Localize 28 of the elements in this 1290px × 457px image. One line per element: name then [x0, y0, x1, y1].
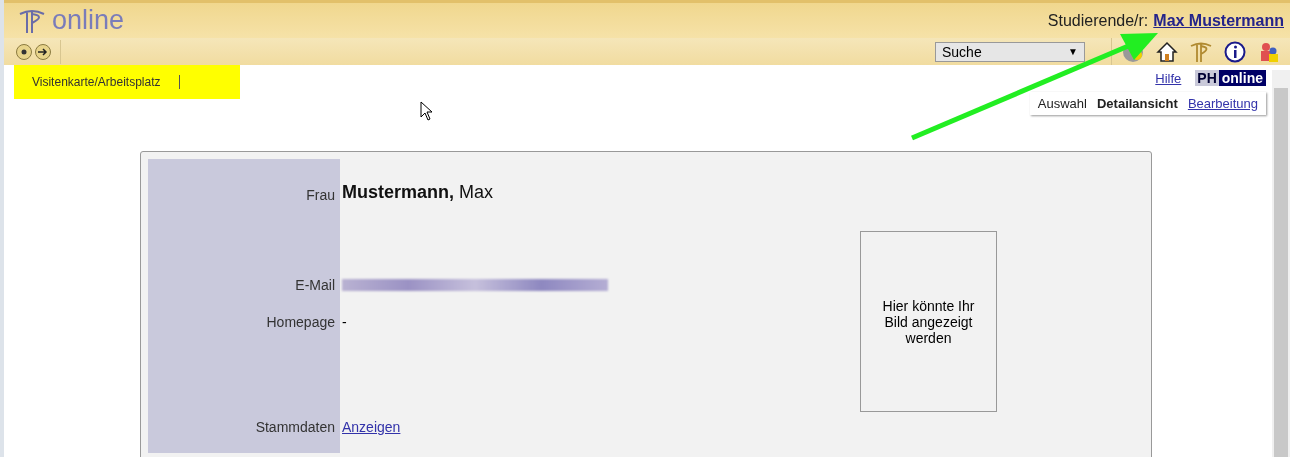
- cursor-icon: [420, 101, 434, 121]
- photo-caption: Hier könnte Ihr Bild angezeigt werden: [881, 297, 976, 346]
- field-value: -: [341, 314, 348, 330]
- info-icon[interactable]: [1224, 40, 1246, 63]
- logo-icon[interactable]: [1190, 40, 1212, 63]
- view-tab[interactable]: Auswahl: [1037, 96, 1087, 111]
- view-tab[interactable]: Detailansicht: [1096, 96, 1178, 111]
- people-icon[interactable]: [1258, 40, 1280, 63]
- role-label: Studierende/r:: [1047, 11, 1149, 30]
- user-link[interactable]: Max Mustermann: [1153, 11, 1284, 30]
- dot-icon: [21, 48, 27, 55]
- search-select[interactable]: Suche ▼: [935, 41, 1085, 62]
- dot-button[interactable]: [16, 43, 32, 60]
- help-link[interactable]: Hilfe: [1155, 70, 1182, 86]
- logo-text: online: [52, 5, 125, 36]
- view-tab[interactable]: Bearbeitung: [1187, 96, 1258, 111]
- person-name: Mustermann, Max: [341, 182, 495, 203]
- field-label: Stammdaten: [254, 419, 336, 435]
- brand-logo: PH online: [1195, 70, 1266, 86]
- tab[interactable]: Visitenkarte/Arbeitsplatz: [14, 65, 240, 99]
- field-label: Homepage: [265, 314, 336, 330]
- scrollbar[interactable]: [1272, 70, 1290, 457]
- email-label: E-Mail: [294, 277, 336, 293]
- arrow-icon: [38, 47, 48, 56]
- show-link[interactable]: Anzeigen: [340, 419, 860, 435]
- home-icon[interactable]: [1156, 40, 1178, 63]
- forward-button[interactable]: [35, 43, 51, 60]
- salutation: Frau: [305, 187, 336, 203]
